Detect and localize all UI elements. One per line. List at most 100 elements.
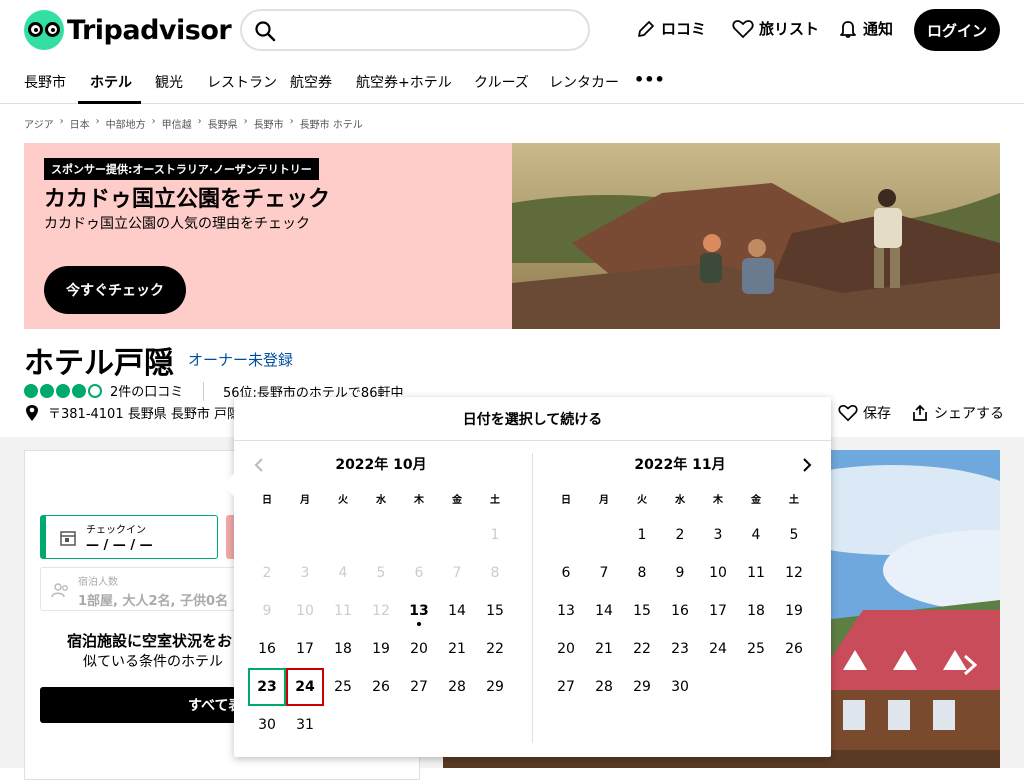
trips-button[interactable]: 旅リスト (732, 18, 819, 39)
calendar-day[interactable]: 12 (775, 554, 813, 592)
nav-item-city[interactable]: 長野市 (24, 72, 66, 92)
calendar-day[interactable]: 17 (286, 630, 324, 668)
calendar-day[interactable]: 22 (476, 630, 514, 668)
calendar-day[interactable]: 27 (400, 668, 438, 706)
calendar-day[interactable]: 7 (585, 554, 623, 592)
calendar-day[interactable]: 21 (438, 630, 476, 668)
tripadvisor-logo[interactable]: Tripadvisor (24, 10, 232, 50)
calendar-day[interactable]: 2 (661, 516, 699, 554)
calendar-day[interactable]: 29 (623, 668, 661, 706)
breadcrumb-item[interactable]: 長野市 ホテル (300, 116, 363, 131)
calendar-day[interactable]: 22 (623, 630, 661, 668)
guests-field[interactable]: 宿泊人数 1部屋, 大人2名, 子供0名 (40, 567, 236, 611)
weekday-header: 土 (490, 495, 500, 506)
breadcrumb-item[interactable]: アジア (24, 116, 54, 131)
calendar-day[interactable]: 6 (547, 554, 585, 592)
banner-subtitle: カカドゥ国立公園の人気の理由をチェック (44, 216, 310, 232)
write-review-button[interactable]: ロコミ (636, 18, 706, 39)
calendar-day[interactable]: 14 (438, 592, 476, 630)
checkin-field[interactable]: チェックイン — / — / — (40, 515, 218, 559)
calendar-day[interactable]: 30 (661, 668, 699, 706)
calendar-day[interactable]: 19 (775, 592, 813, 630)
calendar-day[interactable]: 26 (362, 668, 400, 706)
nav-item-hotels[interactable]: ホテル (90, 72, 132, 92)
category-nav: 長野市 ホテル 観光 レストラン 航空券 航空券+ホテル クルーズ レンタカー … (0, 62, 1024, 104)
breadcrumb-item[interactable]: 日本 (70, 116, 90, 131)
login-button[interactable]: ログイン (914, 9, 1000, 51)
alerts-button[interactable]: 通知 (838, 18, 893, 39)
nav-item-cruises[interactable]: クルーズ (474, 72, 529, 92)
breadcrumb-item[interactable]: 甲信越 (162, 116, 192, 131)
calendar-day[interactable]: 29 (476, 668, 514, 706)
calendar-day[interactable]: 11 (737, 554, 775, 592)
prev-month-icon[interactable] (252, 457, 266, 473)
weekday-header: 金 (452, 495, 462, 506)
calendar-day[interactable]: 31 (286, 706, 324, 744)
calendar-day[interactable]: 20 (400, 630, 438, 668)
trips-label: 旅リスト (759, 20, 820, 38)
calendar-day[interactable]: 1 (623, 516, 661, 554)
nav-item-flight-hotel[interactable]: 航空券+ホテル (356, 72, 452, 92)
banner-cta-button[interactable]: 今すぐチェック (44, 266, 186, 314)
calendar-day[interactable]: 4 (737, 516, 775, 554)
sponsored-banner[interactable]: スポンサー提供:オーストラリア·ノーザンテリトリー カカドゥ国立公園をチェック … (24, 143, 1000, 329)
next-photo-icon[interactable] (960, 653, 980, 677)
next-month-icon[interactable] (800, 457, 814, 473)
calendar-day[interactable]: 18 (324, 630, 362, 668)
nav-more-button[interactable]: ••• (634, 70, 665, 89)
calendar-day[interactable]: 23 (661, 630, 699, 668)
calendar-day[interactable]: 10 (699, 554, 737, 592)
calendar-day: 8 (490, 565, 500, 581)
calendar-day[interactable]: 20 (547, 630, 585, 668)
nav-item-restaurants[interactable]: レストラン (207, 72, 277, 92)
weekday-header: 水 (675, 495, 685, 506)
share-button[interactable]: シェアする (911, 403, 1004, 423)
calendar-day[interactable]: 3 (699, 516, 737, 554)
calendar-day[interactable]: 13 (400, 592, 438, 630)
breadcrumb-item[interactable]: 長野市 (254, 116, 284, 131)
calendar-day[interactable]: 13 (547, 592, 585, 630)
calendar-day[interactable]: 16 (248, 630, 286, 668)
calendar-day[interactable]: 5 (775, 516, 813, 554)
calendar-day[interactable]: 26 (775, 630, 813, 668)
search-input[interactable] (240, 9, 590, 51)
calendar-day[interactable]: 17 (699, 592, 737, 630)
write-review-label: ロコミ (661, 20, 707, 38)
calendar-day[interactable]: 24 (699, 630, 737, 668)
address[interactable]: 〒381-4101 長野県 長野市 戸隠 (24, 403, 240, 422)
nav-item-rental-cars[interactable]: レンタカー (549, 72, 619, 92)
calendar-day[interactable]: 14 (585, 592, 623, 630)
breadcrumb-item[interactable]: 中部地方 (106, 116, 146, 131)
calendar-day[interactable]: 19 (362, 630, 400, 668)
nav-item-attractions[interactable]: 観光 (155, 72, 183, 92)
calendar-day[interactable]: 24 (286, 668, 324, 706)
calendar-day[interactable]: 15 (476, 592, 514, 630)
calendar-day[interactable]: 23 (248, 668, 286, 706)
calendar-day: 4 (338, 565, 348, 581)
see-all-button[interactable]: すべて表 (40, 687, 236, 723)
calendar-day[interactable]: 27 (547, 668, 585, 706)
owl-logo-icon (24, 10, 64, 50)
calendar-day[interactable]: 25 (324, 668, 362, 706)
rating-summary[interactable]: 2件の口コミ (24, 381, 183, 400)
availability-subtext: 似ている条件のホテル (83, 654, 223, 670)
calendar-day[interactable]: 28 (585, 668, 623, 706)
owner-claim-link[interactable]: オーナー未登録 (188, 349, 293, 370)
save-button[interactable]: 保存 (838, 403, 891, 423)
month-title-oct: 2022年 10月 (335, 457, 427, 473)
review-count[interactable]: 2件の口コミ (110, 381, 183, 400)
calendar-day[interactable]: 25 (737, 630, 775, 668)
calendar-day: 1 (490, 527, 500, 543)
calendar-day[interactable]: 28 (438, 668, 476, 706)
share-icon (913, 404, 927, 421)
calendar-day[interactable]: 15 (623, 592, 661, 630)
calendar-day[interactable]: 8 (623, 554, 661, 592)
calendar-day[interactable]: 21 (585, 630, 623, 668)
calendar-day[interactable]: 30 (248, 706, 286, 744)
calendar-day[interactable]: 16 (661, 592, 699, 630)
nav-item-flights[interactable]: 航空券 (290, 72, 332, 92)
calendar-day[interactable]: 9 (661, 554, 699, 592)
weekday-header: 木 (414, 495, 424, 506)
calendar-day[interactable]: 18 (737, 592, 775, 630)
breadcrumb-item[interactable]: 長野県 (208, 116, 238, 131)
